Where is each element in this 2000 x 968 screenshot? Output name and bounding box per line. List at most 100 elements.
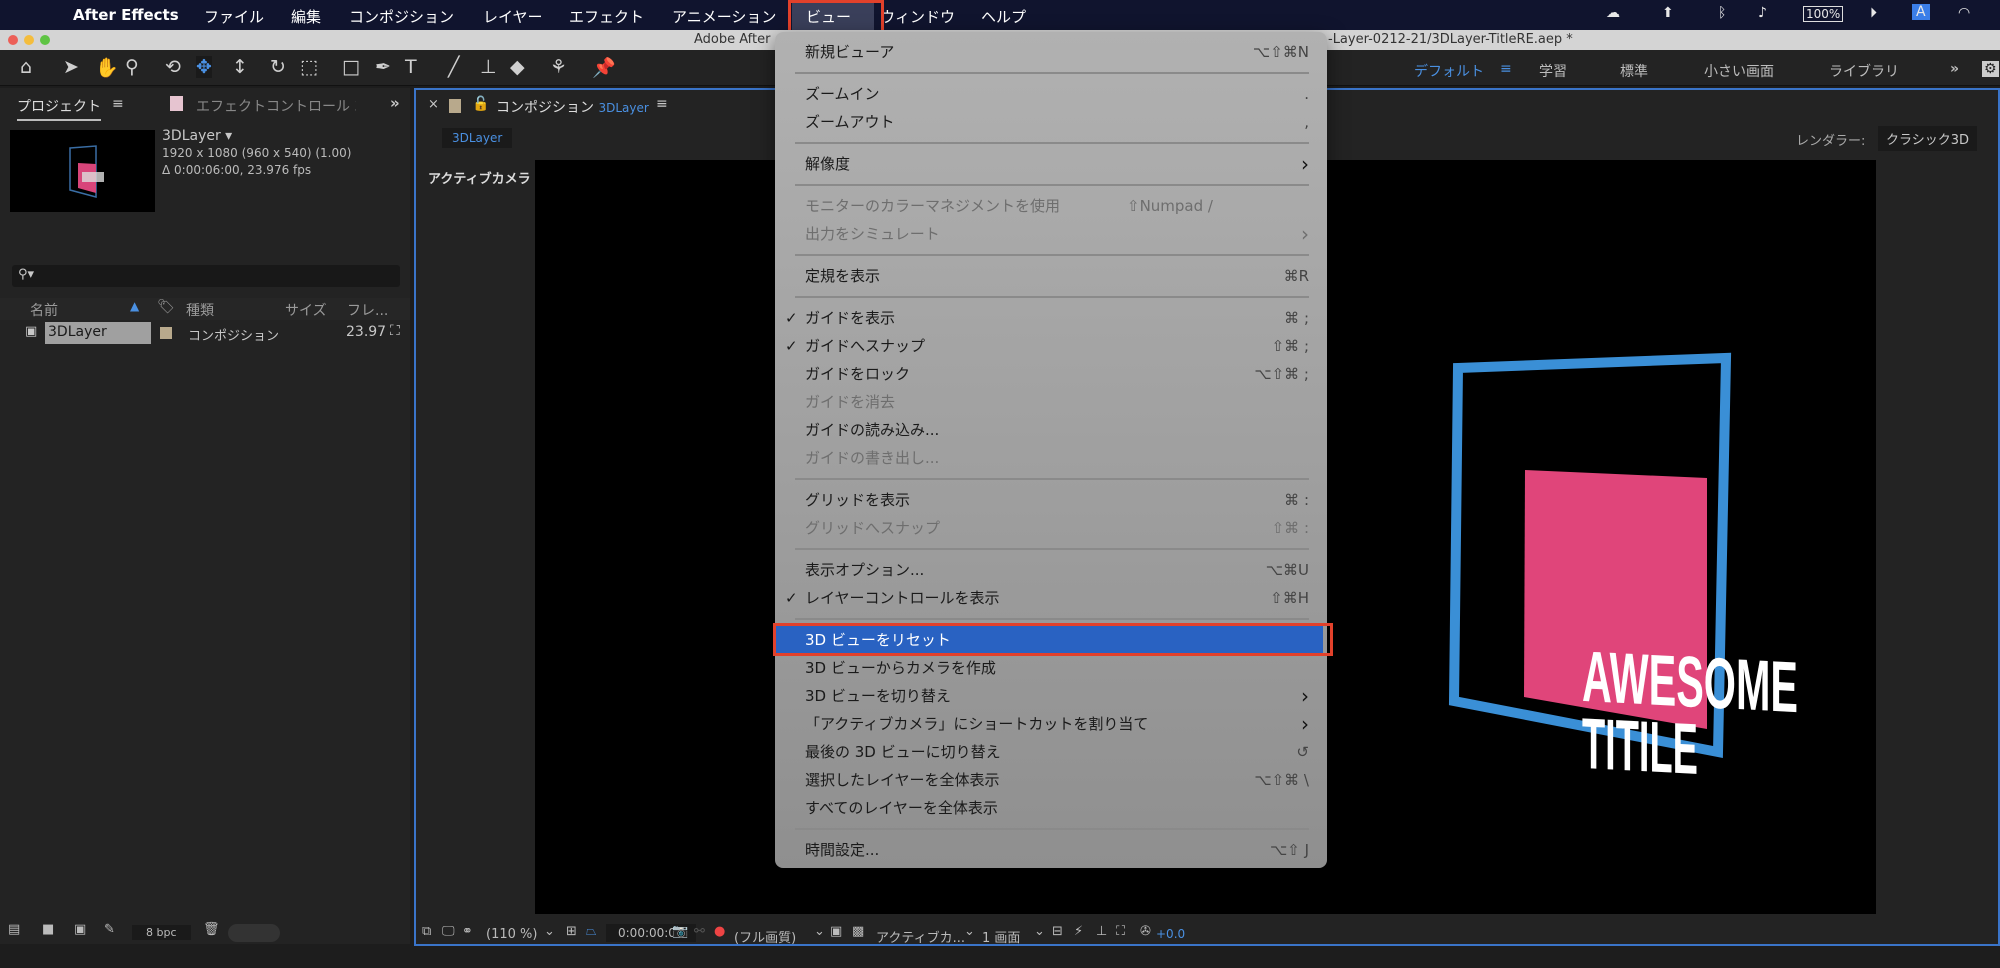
mask-icon[interactable]: ⚭ xyxy=(462,924,473,939)
menu-edit[interactable]: 編集 xyxy=(291,6,321,27)
upload-icon[interactable]: ⬆ xyxy=(1662,5,1674,21)
label-color-swatch[interactable] xyxy=(160,327,172,339)
project-panel-menu-icon[interactable]: ≡ xyxy=(112,96,124,112)
lock-icon[interactable]: 🔓 xyxy=(472,96,489,112)
fast-previews-icon[interactable]: ⚡ xyxy=(1074,924,1083,939)
view-layout-dropdown[interactable]: 1 画面 xyxy=(982,927,1020,946)
interpret-footage-icon[interactable]: ▤ xyxy=(8,922,20,937)
selection-tool-icon[interactable]: ➤ xyxy=(63,56,79,78)
panel-overflow-button[interactable]: » xyxy=(390,94,400,112)
menu-item[interactable]: グリッドを表示 ⌘ : xyxy=(775,486,1327,514)
minimize-window-button[interactable] xyxy=(24,35,34,45)
workspace-more[interactable]: » xyxy=(1950,61,1959,77)
menu-item[interactable]: ズームイン. xyxy=(775,80,1327,108)
renderer-button[interactable]: クラシック3D xyxy=(1878,126,1978,151)
column-name[interactable]: 名前 xyxy=(30,300,58,320)
chevron-down-icon[interactable]: ⌄ xyxy=(814,924,825,939)
panel-menu-icon[interactable]: ≡ xyxy=(656,96,668,112)
menu-item[interactable]: 3D ビューを切り替え › xyxy=(775,682,1327,710)
menu-window[interactable]: ウィンドウ xyxy=(880,6,955,27)
safe-zones-icon[interactable]: ⊞ xyxy=(566,924,577,939)
exposure-value[interactable]: +0.0 xyxy=(1156,927,1185,941)
menu-composition[interactable]: コンポジション xyxy=(349,6,454,27)
menu-app[interactable]: After Effects xyxy=(73,6,179,24)
timeline-icon[interactable]: ⊥ xyxy=(1096,924,1107,939)
chevron-down-icon[interactable]: ⌄ xyxy=(964,924,975,939)
magnification-dropdown[interactable]: (110 %) xyxy=(486,927,537,942)
play-icon[interactable]: ⏵ xyxy=(1870,5,1877,21)
table-row[interactable]: ▣ 3DLayer コンポジション 23.97 ⛶ xyxy=(0,322,410,344)
zoom-window-button[interactable] xyxy=(40,35,50,45)
zoom-tool-icon[interactable]: ⚲ xyxy=(125,56,139,78)
3d-view-dropdown[interactable]: アクティブカ... xyxy=(876,927,965,946)
orbit-camera-tool-icon[interactable]: ⟲ xyxy=(165,56,181,78)
eraser-tool-icon[interactable]: ◆ xyxy=(510,56,525,78)
wifi-icon[interactable]: ◠ xyxy=(1958,5,1970,21)
item-name-cell[interactable]: 3DLayer xyxy=(45,322,151,344)
tab-project[interactable]: プロジェクト xyxy=(17,96,101,121)
new-folder-icon[interactable]: ■ xyxy=(42,922,54,937)
dolly-camera-tool-icon[interactable]: ↕ xyxy=(232,56,248,78)
battery-indicator[interactable]: 100% xyxy=(1803,6,1844,22)
rectangle-tool-icon[interactable]: □ xyxy=(342,56,360,78)
flowchart-icon[interactable]: ⛶ xyxy=(390,323,400,339)
pixel-aspect-icon[interactable]: ⊟ xyxy=(1052,924,1063,939)
resolution-dropdown[interactable]: (フル画質) xyxy=(734,927,796,946)
chevron-down-icon[interactable]: ⌄ xyxy=(1034,924,1045,939)
cloud-icon[interactable]: ☁ xyxy=(1606,5,1620,21)
bit-depth-button[interactable]: 8 bpc xyxy=(132,925,191,940)
close-window-button[interactable] xyxy=(8,35,18,45)
column-size[interactable]: サイズ xyxy=(285,300,327,320)
workspace-small-screen[interactable]: 小さい画面 xyxy=(1704,61,1774,81)
thumbnail-slider[interactable] xyxy=(228,924,280,942)
tab-composition[interactable]: コンポジション 3DLayer xyxy=(496,97,649,117)
trash-icon[interactable]: 🗑 xyxy=(203,922,220,937)
channel-icon[interactable]: ● xyxy=(714,924,725,939)
pen-tool-icon[interactable]: ✒ xyxy=(375,56,391,78)
menu-item[interactable]: ✓ ガイドへスナップ ⇧⌘ ; xyxy=(775,332,1327,360)
workspace-libraries[interactable]: ライブラリ xyxy=(1829,61,1899,81)
menu-item[interactable]: すべてのレイヤーを全体表示 xyxy=(775,794,1327,822)
label-tag-icon[interactable]: 🏷 xyxy=(157,299,175,315)
anchor-point-tool-icon[interactable]: ⬚ xyxy=(300,56,318,78)
menu-item[interactable]: 3D ビューからカメラを作成 xyxy=(775,654,1327,682)
workspace-learn[interactable]: 学習 xyxy=(1539,61,1567,81)
type-tool-icon[interactable]: T xyxy=(405,56,417,78)
menu-help[interactable]: ヘルプ xyxy=(981,6,1026,27)
menu-item[interactable]: ズームアウト, xyxy=(775,108,1327,136)
menu-item[interactable]: 表示オプション... ⌥⌘U xyxy=(775,556,1327,584)
pan-camera-tool-icon[interactable]: ✥ xyxy=(196,56,212,78)
flowchart-icon[interactable]: ⛶ xyxy=(1116,924,1125,939)
chevron-down-icon[interactable]: ⌄ xyxy=(544,924,555,939)
workspace-default[interactable]: デフォルト xyxy=(1414,61,1484,81)
roto-brush-tool-icon[interactable]: ⚘ xyxy=(550,56,567,78)
clone-stamp-tool-icon[interactable]: ⊥ xyxy=(480,56,497,78)
region-of-interest-icon[interactable]: ▣ xyxy=(830,924,842,939)
menu-item[interactable]: ✓ レイヤーコントロールを表示 ⇧⌘H xyxy=(775,584,1327,612)
rotate-tool-icon[interactable]: ↻ xyxy=(270,56,286,78)
project-search-input[interactable]: ⚲▾ xyxy=(12,265,400,287)
monitor-icon[interactable]: 🖵 xyxy=(442,924,455,939)
brush-tool-icon[interactable]: ╱ xyxy=(448,56,459,78)
audio-icon[interactable]: ♪ xyxy=(1758,5,1767,21)
menu-item[interactable]: 「アクティブカメラ」にショートカットを割り当て › xyxy=(775,710,1327,738)
menu-layer[interactable]: レイヤー xyxy=(483,6,543,27)
snapshot-icon[interactable]: 📷 xyxy=(672,924,688,939)
transparency-grid-icon[interactable]: ▩ xyxy=(852,924,864,939)
project-settings-icon[interactable]: ✎ xyxy=(104,922,115,937)
hand-tool-icon[interactable]: ✋ xyxy=(95,56,119,79)
workspace-menu-icon[interactable]: ≡ xyxy=(1500,61,1512,77)
menu-item[interactable]: 選択したレイヤーを全体表示 ⌥⇧⌘ \ xyxy=(775,766,1327,794)
menu-item[interactable]: 定規を表示 ⌘R xyxy=(775,262,1327,290)
menu-item[interactable]: 新規ビューア ⌥⇧⌘N xyxy=(775,38,1327,66)
menu-item[interactable]: 時間設定... ⌥⇧ J xyxy=(775,836,1327,864)
bluetooth-icon[interactable]: ᛒ xyxy=(1718,5,1726,21)
new-composition-icon[interactable]: ▣ xyxy=(74,922,86,937)
menu-item[interactable]: ガイドをロック ⌥⇧⌘ ; xyxy=(775,360,1327,388)
always-preview-icon[interactable]: ⧉ xyxy=(422,924,431,939)
close-tab-icon[interactable]: × xyxy=(428,97,439,112)
exposure-icon[interactable]: ✇ xyxy=(1140,924,1151,939)
home-icon[interactable]: ⌂ xyxy=(20,56,32,78)
menu-item[interactable]: ガイドの読み込み... xyxy=(775,416,1327,444)
menu-file[interactable]: ファイル xyxy=(204,6,264,27)
